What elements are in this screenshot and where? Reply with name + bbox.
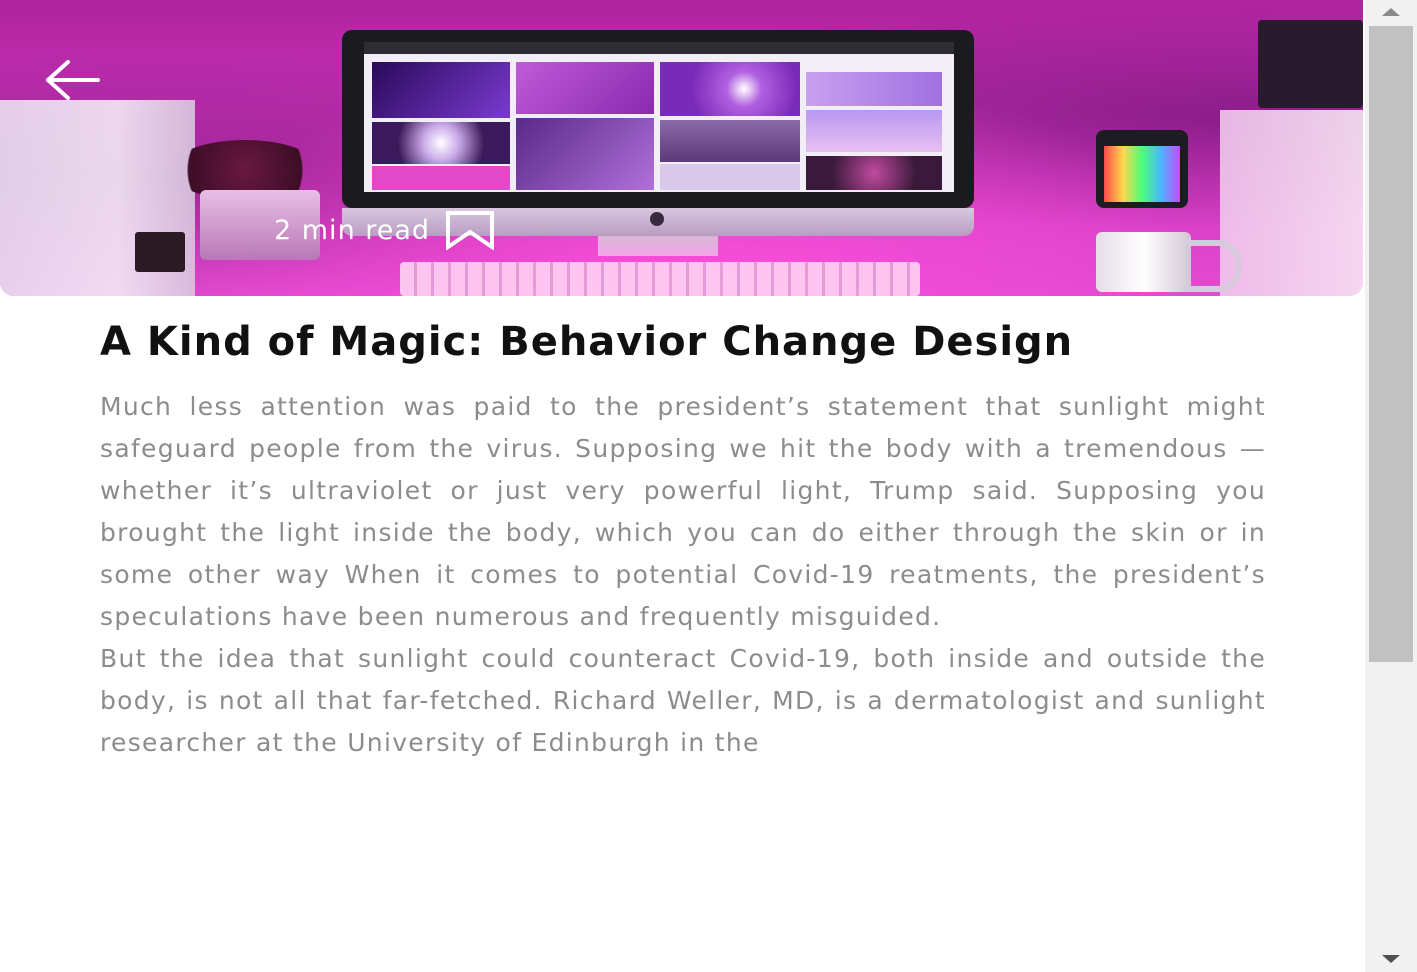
hero-monitor-stand — [598, 236, 718, 256]
scrollbar-thumb[interactable] — [1369, 26, 1413, 662]
hero-screen-tile — [806, 110, 942, 152]
hero-screen-tile — [660, 164, 800, 190]
article-page: 2 min read A Kind of Magic: Behavior Cha… — [0, 0, 1365, 972]
article-body: Much less attention was paid to the pres… — [100, 386, 1266, 764]
hero-screen-tile — [372, 62, 510, 118]
hero-apple-logo — [650, 212, 664, 226]
back-button[interactable] — [38, 56, 108, 106]
hero-keyboard — [400, 262, 920, 296]
hero-screen-tile — [806, 72, 942, 106]
hero-image — [0, 0, 1363, 296]
hero-screen-tile — [660, 62, 800, 116]
hero-phone-screen — [1104, 146, 1180, 202]
triangle-down-icon — [1382, 955, 1400, 963]
bookmark-icon[interactable] — [442, 210, 498, 250]
hero-screen-bar — [364, 42, 954, 54]
hero-screen-tile — [516, 118, 654, 190]
read-time: 2 min read — [274, 214, 431, 246]
hero-screen-tile — [372, 122, 510, 164]
article-paragraph: Much less attention was paid to the pres… — [100, 392, 1266, 631]
hero-screen-tile — [516, 62, 654, 114]
hero-speaker — [1258, 20, 1363, 108]
triangle-up-icon — [1382, 8, 1400, 16]
hero-candle — [135, 232, 185, 272]
article-paragraph: But the idea that sunlight could counter… — [100, 644, 1266, 757]
arrow-left-icon — [46, 60, 100, 100]
scroll-down-button[interactable] — [1365, 946, 1417, 972]
hero-mug-handle — [1186, 240, 1242, 292]
hero-screen-tile — [372, 166, 510, 190]
scroll-up-button[interactable] — [1365, 0, 1417, 24]
hero-screen-tile — [806, 156, 942, 190]
hero-mug — [1096, 232, 1191, 292]
article-title: A Kind of Magic: Behavior Change Design — [100, 319, 1074, 365]
hero-screen-tile — [660, 120, 800, 162]
article: A Kind of Magic: Behavior Change Design … — [100, 318, 1266, 764]
read-meta: 2 min read — [274, 210, 498, 250]
